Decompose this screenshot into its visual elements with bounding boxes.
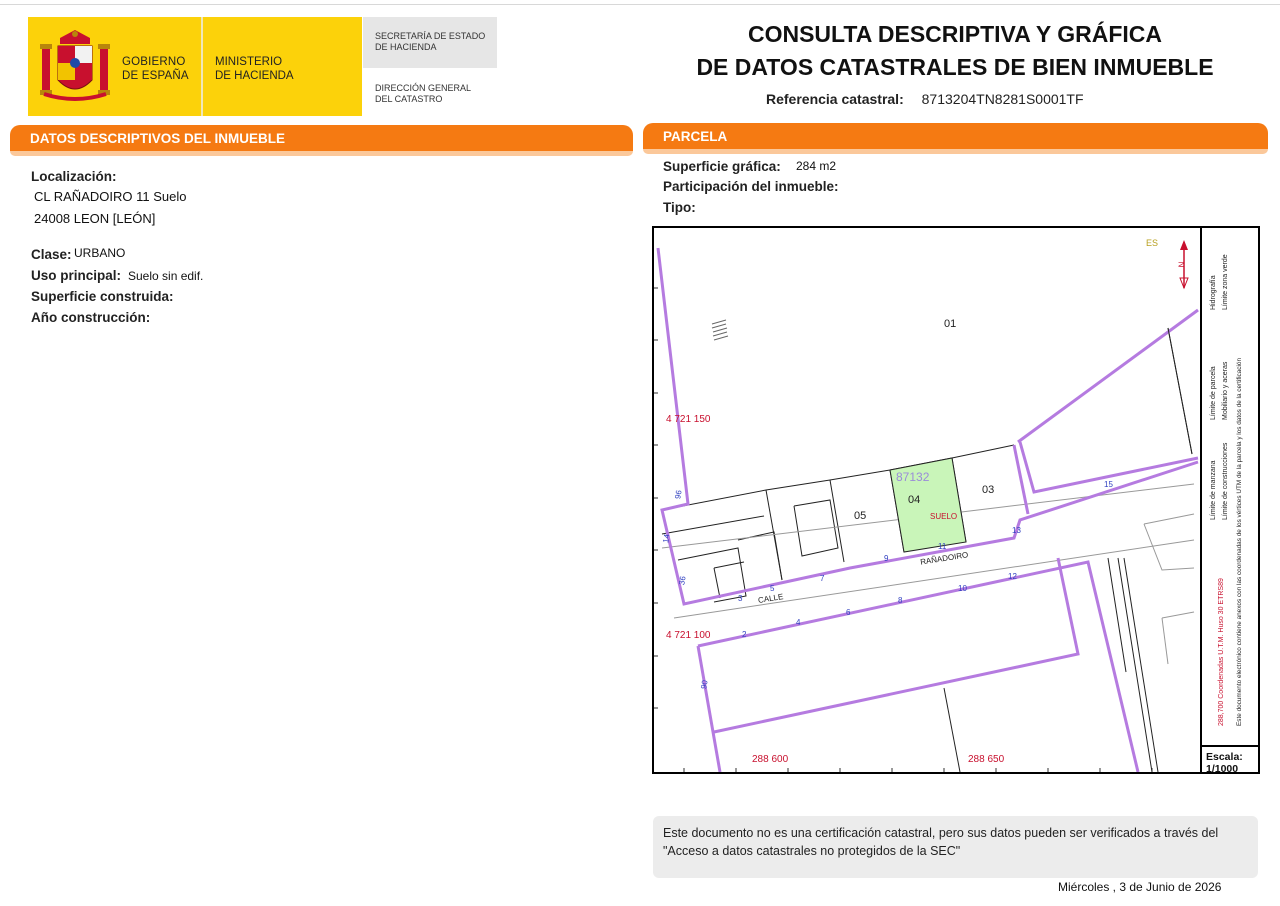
parcela-header: PARCELA [643,123,1268,154]
scale-value: 1/1000 [1206,763,1239,775]
parcel-label-04: 04 [908,494,921,506]
datos-descriptivos-header: DATOS DESCRIPTIVOS DEL INMUEBLE [10,125,633,156]
legend-parcela: Límite de parcela [1210,366,1217,420]
house-number: 9 [884,554,889,563]
parcel-label-01: 01 [944,318,957,330]
coord-y1: 4 721 150 [666,414,711,425]
house-number: 14 [661,533,672,544]
north-label: N [1177,261,1187,268]
coord-y2: 4 721 100 [666,630,711,641]
house-number: 8 [898,596,903,605]
localizacion-label: Localización: [31,169,117,184]
legend-annex-note: Este documento electrónico contiene anex… [1236,357,1243,726]
title-line-2: DE DATOS CATASTRALES DE BIEN INMUEBLE [696,54,1214,80]
coat-of-arms-icon [40,30,110,101]
legend-separator [1200,228,1202,772]
map-drawing [654,240,1199,772]
title-line-1: CONSULTA DESCRIPTIVA Y GRÁFICA [747,21,1163,47]
house-number: 12 [1008,572,1017,581]
hatched-zone [711,319,729,341]
map-corner-code: ES [1146,238,1159,248]
superficie-grafica-label: Superficie gráfica: [663,159,781,174]
legend-manzana: Límite de manzana [1210,460,1217,520]
gov-line-1: GOBIERNO [122,56,186,68]
ref-label: Referencia catastral: [766,91,904,107]
clase-label: Clase: [31,247,72,262]
house-number: 11 [938,542,947,551]
gobierno-de-espana-label: GOBIERNO DE ESPAÑA [122,55,189,83]
house-number: 3 [738,594,743,603]
house-number: 13 [1012,526,1021,535]
scale-label: Escala: [1206,751,1243,763]
secretaria-label: SECRETARÍA DE ESTADO DE HACIENDA [375,31,485,53]
legend-utm-coordinates: 288,700 Coordenadas U.T.M. Huso 30 ETRS8… [1218,578,1225,726]
house-number: 5 [770,584,775,593]
legend-zona-verde: Límite zona verde [1222,254,1229,310]
construction-lines [661,327,1195,772]
house-number: 7 [820,574,825,583]
legend-mobiliario: Mobiliario y aceras [1222,361,1229,420]
tipo-label: Tipo: [663,200,696,215]
ref-value: 8713204TN8281S0001TF [921,91,1084,107]
legend-construcciones: Límite de construcciones [1222,442,1229,520]
disclaimer-note: Este documento no es una certificación c… [653,816,1258,878]
participacion-label: Participación del inmueble: [663,179,839,194]
page-title: CONSULTA DESCRIPTIVA Y GRÁFICA DE DATOS … [640,18,1270,84]
superficie-grafica-value: 284 m2 [796,159,837,173]
cadastral-map[interactable]: ES N 4 721 150 4 721 100 288 600 288 650… [652,226,1260,774]
uso-principal-value: Suelo sin edif. [128,269,204,283]
document-date: Miércoles , 3 de Junio de 2026 [1058,880,1222,894]
address-line-2: 24008 LEON [LEÓN] [34,211,156,226]
min-line-1: MINISTERIO [215,56,283,68]
top-divider [0,4,1280,5]
house-number: 4 [796,618,801,627]
uso-principal-label: Uso principal: [31,268,122,283]
house-number: 6 [846,608,851,617]
coord-x1: 288 600 [752,754,789,765]
map-scale: Escala: 1/1000 [1202,745,1258,775]
logo-divider [201,17,203,116]
address-line-1: CL RAÑADOIRO 11 Suelo [34,189,187,204]
min-line-2: DE HACIENDA [215,70,294,82]
parcel-label-05: 05 [854,510,867,522]
dir-line-1: DIRECCIÓN GENERAL [375,83,472,93]
house-number: 90 [699,679,710,690]
gov-line-2: DE ESPAÑA [122,70,189,82]
sec-line-2: DE HACIENDA [375,42,437,52]
house-number: 10 [958,584,967,593]
dir-line-2: DEL CATASTRO [375,94,443,104]
house-number: 36 [677,575,688,586]
parcel-label-03: 03 [982,484,995,496]
anio-construccion-label: Año construcción: [31,310,151,325]
legend-hidrografia: Hidrografía [1210,275,1217,310]
sec-line-1: SECRETARÍA DE ESTADO [375,31,486,41]
coord-x2: 288 650 [968,754,1005,765]
ministerio-label: MINISTERIO DE HACIENDA [215,55,294,83]
superficie-construida-label: Superficie construida: [31,289,174,304]
referencia-catastral: Referencia catastral: 8713204TN8281S0001… [766,91,1084,107]
house-number: 96 [673,489,684,500]
suelo-label: SUELO [930,512,958,521]
parcel-ref-label: 87132 [896,470,930,484]
house-number: 2 [742,630,747,639]
house-number: 15 [1104,480,1113,489]
clase-value: URBANO [74,246,126,260]
direccion-general-label: DIRECCIÓN GENERAL DEL CATASTRO [375,83,471,105]
